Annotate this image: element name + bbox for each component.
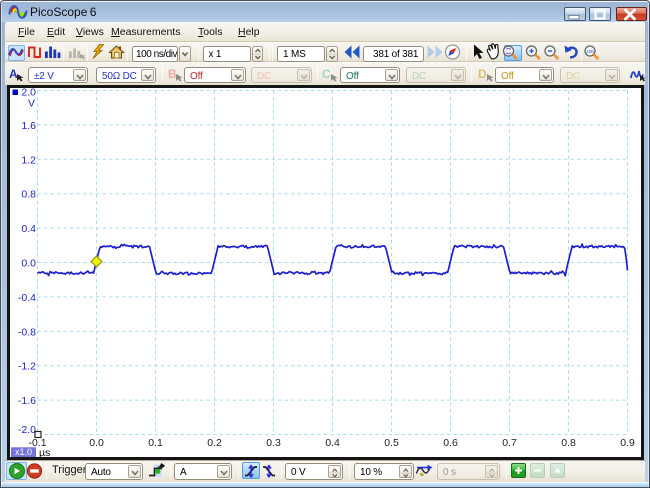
svg-text:0.0: 0.0 bbox=[89, 437, 104, 449]
svg-text:-0.8: -0.8 bbox=[18, 326, 36, 338]
svg-text:0.5: 0.5 bbox=[384, 437, 399, 449]
svg-text:0.9: 0.9 bbox=[620, 437, 635, 449]
svg-text:0.0: 0.0 bbox=[21, 258, 36, 270]
svg-text:-1.2: -1.2 bbox=[18, 361, 36, 373]
svg-text:0.6: 0.6 bbox=[443, 437, 458, 449]
svg-text:1.6: 1.6 bbox=[21, 120, 36, 132]
svg-text:µs: µs bbox=[39, 447, 50, 457]
svg-text:x1.0: x1.0 bbox=[15, 447, 32, 457]
svg-text:0.8: 0.8 bbox=[21, 189, 36, 201]
svg-text:100: 100 bbox=[586, 49, 594, 54]
svg-text:0.1: 0.1 bbox=[148, 437, 163, 449]
svg-text:0.2: 0.2 bbox=[207, 437, 222, 449]
svg-text:V: V bbox=[28, 98, 35, 110]
svg-text:-0.4: -0.4 bbox=[18, 292, 36, 304]
svg-text:0.3: 0.3 bbox=[266, 437, 281, 449]
svg-text:0.4: 0.4 bbox=[325, 437, 340, 449]
svg-text:0.7: 0.7 bbox=[502, 437, 517, 449]
svg-text:0.4: 0.4 bbox=[21, 223, 36, 235]
svg-text:0.8: 0.8 bbox=[561, 437, 576, 449]
svg-text:-2.0: -2.0 bbox=[18, 424, 36, 436]
svg-text:-1.6: -1.6 bbox=[18, 395, 36, 407]
svg-text:1.2: 1.2 bbox=[21, 154, 36, 166]
